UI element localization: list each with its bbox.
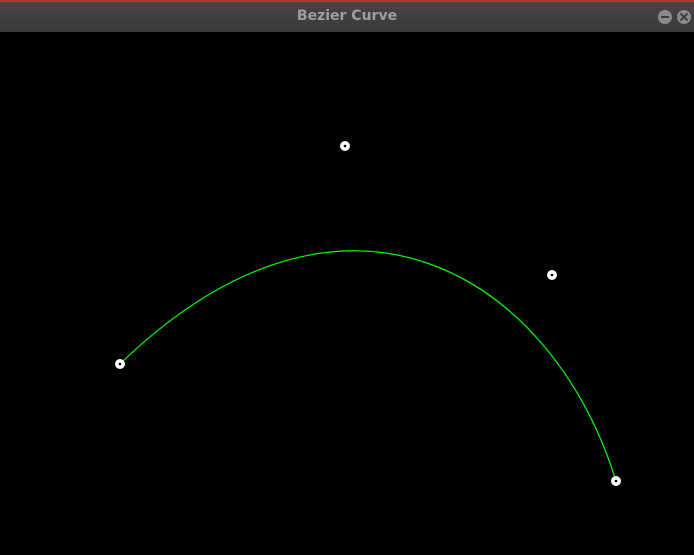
control-point-2-center bbox=[550, 273, 554, 277]
bezier-svg bbox=[0, 32, 694, 555]
canvas-background bbox=[0, 32, 694, 555]
drawing-canvas[interactable] bbox=[0, 32, 694, 555]
minimize-icon[interactable] bbox=[658, 10, 672, 24]
window-title: Bezier Curve bbox=[296, 8, 398, 24]
control-point-end-center bbox=[614, 479, 618, 483]
control-point-start-center bbox=[118, 362, 122, 366]
control-point-1-center bbox=[343, 144, 347, 148]
application-window: Bezier Curve bbox=[0, 0, 694, 555]
close-icon[interactable] bbox=[677, 10, 691, 24]
title-bar[interactable]: Bezier Curve bbox=[0, 0, 694, 32]
